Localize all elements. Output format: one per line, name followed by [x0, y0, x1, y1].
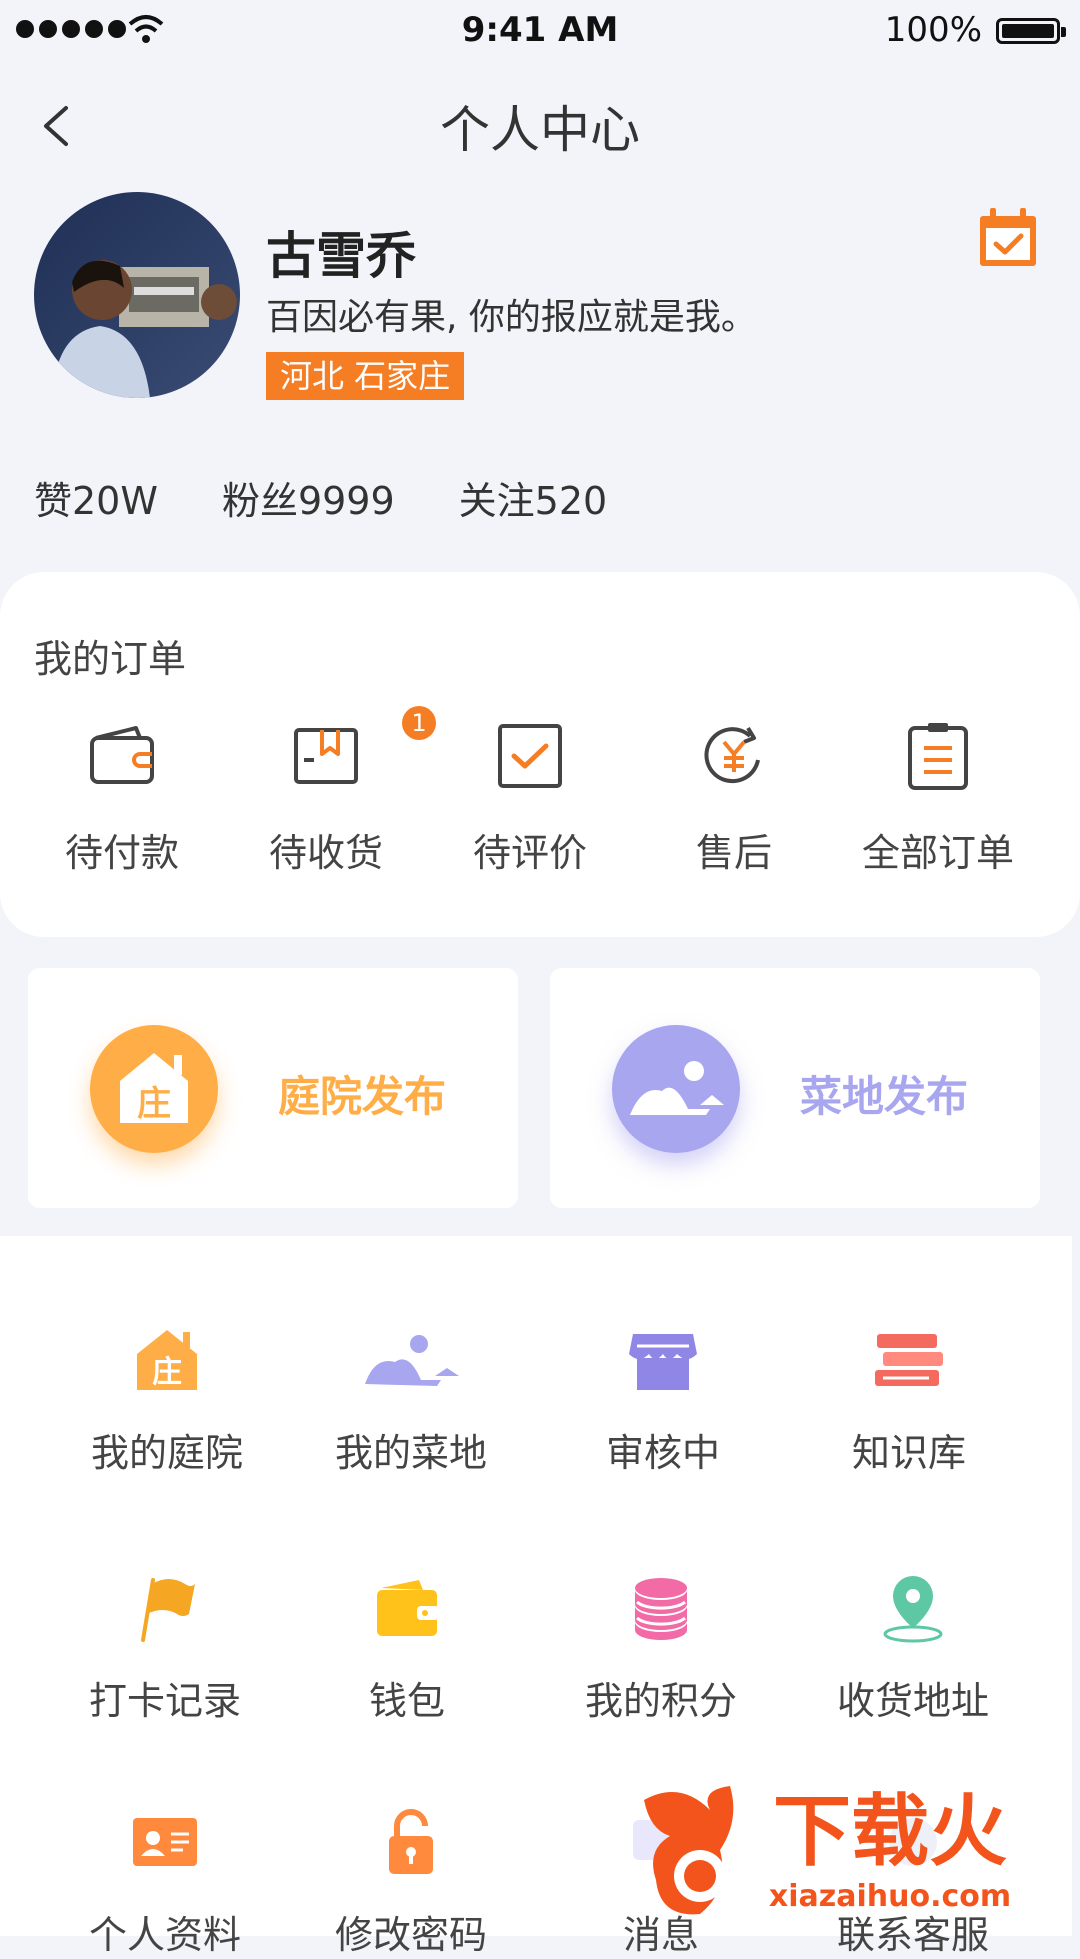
status-bar: 9:41 AM 100% [0, 0, 1080, 64]
checkbox-icon [498, 724, 562, 788]
order-label: 全部订单 [861, 831, 1014, 875]
svg-text:庄: 庄 [152, 1355, 182, 1390]
battery-percent: 100% [884, 10, 982, 50]
garden-publish-button[interactable]: 菜地发布 [550, 968, 1040, 1208]
menu-my-courtyard[interactable]: 庄 我的庭院 [42, 1324, 292, 1477]
menu-label: 钱包 [368, 1679, 445, 1723]
orders-title: 我的订单 [34, 637, 187, 681]
order-pending-receipt[interactable]: 1 待收货 [224, 706, 436, 877]
menu-my-points[interactable]: 我的积分 [536, 1572, 786, 1725]
clipboard-icon [908, 723, 968, 790]
menu-label: 修改密码 [334, 1913, 487, 1957]
fans-count[interactable]: 粉丝9999 [222, 470, 395, 525]
battery-icon [996, 18, 1066, 44]
garden-icon [612, 1025, 740, 1153]
lock-icon [389, 1809, 433, 1874]
garden-icon [365, 1335, 459, 1386]
wallet-icon [377, 1580, 439, 1636]
shop-icon [629, 1334, 697, 1390]
courtyard-publish-button[interactable]: 庄 庭院发布 [28, 968, 518, 1208]
watermark: 下载火 xiazaihuo.com [640, 1780, 1080, 1920]
order-label: 待付款 [64, 831, 179, 875]
wallet-icon [90, 726, 154, 784]
location-icon [883, 1576, 943, 1643]
menu-label: 收货地址 [836, 1679, 989, 1723]
order-label: 售后 [695, 831, 772, 875]
location-tag: 河北 石家庄 [266, 352, 465, 400]
menu-label: 我的菜地 [334, 1431, 487, 1475]
package-icon [294, 728, 358, 784]
likes-count[interactable]: 赞20W [34, 470, 158, 525]
menu-label: 个人资料 [88, 1913, 241, 1957]
menu-label: 知识库 [851, 1431, 966, 1475]
order-pending-payment[interactable]: 待付款 [20, 720, 224, 877]
following-count[interactable]: 关注520 [459, 470, 608, 525]
user-stats: 赞20W 粉丝9999 关注520 [34, 470, 671, 525]
order-label: 待收货 [268, 831, 383, 875]
svg-text:下载火: 下载火 [773, 1787, 1007, 1877]
svg-text:xiazaihuo.com: xiazaihuo.com [769, 1879, 1011, 1914]
svg-text:庄: 庄 [137, 1084, 171, 1124]
user-motto: 百因必有果, 你的报应就是我。 [266, 297, 757, 338]
menu-label: 我的庭院 [90, 1431, 243, 1475]
avatar[interactable] [34, 192, 240, 398]
id-card-icon [133, 1818, 197, 1866]
menu-my-garden[interactable]: 我的菜地 [286, 1324, 536, 1477]
order-after-sales[interactable]: 售后 [632, 720, 836, 877]
menu-change-password[interactable]: 修改密码 [286, 1806, 536, 1959]
courtyard-publish-label: 庭院发布 [278, 1072, 447, 1121]
menu-label: 打卡记录 [88, 1679, 241, 1723]
courtyard-icon: 庄 [137, 1330, 197, 1390]
books-icon [875, 1334, 943, 1386]
refund-icon [704, 726, 760, 784]
order-all[interactable]: 全部订单 [836, 720, 1040, 877]
menu-shipping-address[interactable]: 收货地址 [788, 1572, 1038, 1725]
menu-knowledge-base[interactable]: 知识库 [784, 1324, 1034, 1477]
menu-wallet[interactable]: 钱包 [282, 1572, 532, 1725]
garden-publish-label: 菜地发布 [800, 1072, 969, 1121]
order-pending-review[interactable]: 待评价 [428, 720, 632, 877]
coins-icon [635, 1578, 687, 1640]
page-title: 个人中心 [440, 101, 640, 159]
order-label: 待评价 [472, 831, 587, 875]
check-in-calendar-icon[interactable] [976, 206, 1040, 270]
menu-under-review[interactable]: 审核中 [538, 1324, 788, 1477]
flag-icon [141, 1578, 195, 1642]
orders-card: 我的订单 待付款 1 待收货 待评价 售后 全部订单 [0, 572, 1080, 937]
user-name: 古雪乔 [266, 227, 416, 285]
menu-profile-info[interactable]: 个人资料 [40, 1806, 290, 1959]
menu-label: 我的积分 [584, 1679, 737, 1723]
menu-check-in-records[interactable]: 打卡记录 [40, 1572, 290, 1725]
menu-label: 审核中 [605, 1431, 720, 1475]
courtyard-icon: 庄 [90, 1025, 218, 1153]
